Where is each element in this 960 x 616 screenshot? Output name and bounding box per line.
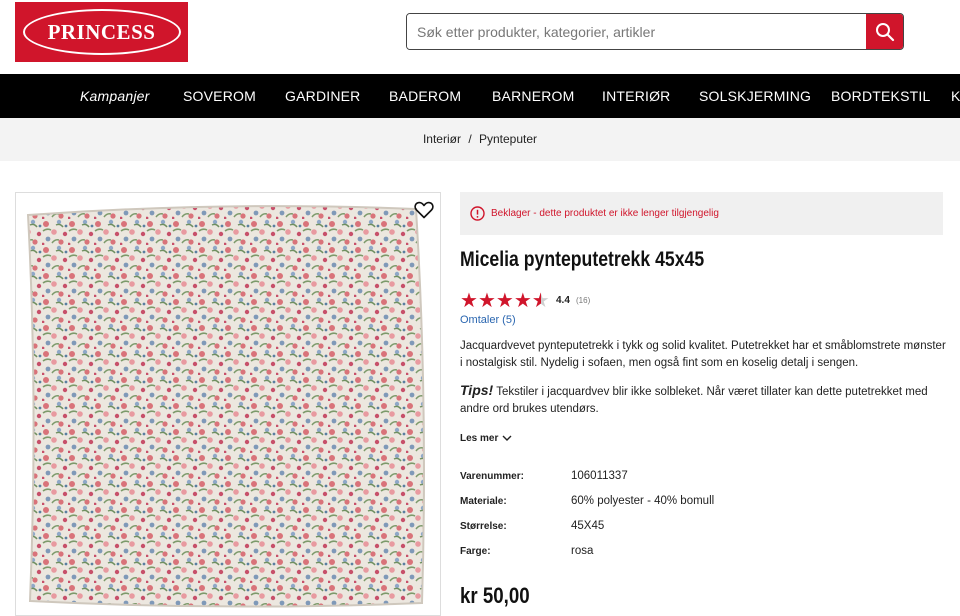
product-price: kr 50,00 (460, 583, 530, 608)
wishlist-button[interactable] (414, 201, 434, 224)
nav-item-soverom[interactable]: SOVEROM (183, 74, 256, 118)
nav-item-overflow[interactable]: K (951, 74, 960, 118)
alert-text: Beklager - dette produktet er ikke lenge… (491, 208, 719, 219)
read-more-toggle[interactable]: Les mer (460, 433, 512, 444)
spec-value-materiale: 60% polyester - 40% bomull (571, 495, 715, 507)
spec-label-storrelse: Størrelse: (460, 521, 507, 532)
spec-value-storrelse: 45X45 (571, 520, 605, 532)
chevron-down-icon (502, 435, 512, 441)
spec-value-farge: rosa (571, 545, 594, 557)
rating-count: (16) (576, 296, 591, 305)
pillow-image (26, 205, 425, 608)
main-nav: Kampanjer SOVEROM GARDINER BADEROM BARNE… (0, 74, 960, 118)
spec-value-varenummer: 106011337 (571, 470, 628, 482)
half-star-icon: ★ (531, 290, 550, 312)
alert-icon (470, 206, 485, 221)
tips-label: Tips! (460, 382, 494, 398)
nav-item-gardiner[interactable]: GARDINER (285, 74, 361, 118)
rating-value: 4.4 (556, 295, 570, 306)
star-icon: ★ (477, 290, 496, 312)
search-icon (875, 22, 894, 41)
unavailable-alert: Beklager - dette produktet er ikke lenge… (460, 192, 943, 235)
breadcrumb-link-interior[interactable]: Interiør (423, 132, 461, 146)
site-header: PRINCESS (0, 0, 960, 74)
product-image[interactable] (15, 192, 441, 616)
brand-logo[interactable]: PRINCESS (15, 2, 188, 62)
star-icon: ★ (460, 290, 478, 312)
nav-item-barnerom[interactable]: BARNEROM (492, 74, 575, 118)
star-icon: ★ (495, 290, 514, 312)
breadcrumb-current: Pynteputer (479, 132, 538, 146)
rating-stars[interactable]: ★ ★ ★ ★ ★ (460, 291, 550, 311)
logo-oval: PRINCESS (22, 9, 181, 55)
search-input[interactable] (407, 14, 866, 49)
breadcrumb-separator: / (468, 132, 472, 146)
spec-label-farge: Farge: (460, 546, 491, 557)
search-button[interactable] (866, 14, 903, 49)
nav-item-baderom[interactable]: BADEROM (389, 74, 461, 118)
star-icon: ★ (513, 290, 532, 312)
tips-text: Tekstiler i jacquardvev blir ikke solble… (460, 386, 928, 415)
heart-icon (414, 201, 434, 219)
search-bar (406, 13, 904, 50)
nav-item-bordtekstil[interactable]: BORDTEKSTIL (831, 74, 930, 118)
brand-name: PRINCESS (47, 19, 156, 44)
nav-item-interior[interactable]: INTERIØR (602, 74, 671, 118)
spec-label-varenummer: Varenummer: (460, 471, 524, 482)
nav-item-solskjerming[interactable]: SOLSKJERMING (699, 74, 811, 118)
breadcrumb-bar: Interiør / Pynteputer (0, 118, 960, 161)
spec-label-materiale: Materiale: (460, 496, 507, 507)
product-title: Micelia pynteputetrekk 45x45 (460, 248, 705, 271)
tips-paragraph: Tips! Tekstiler i jacquardvev blir ikke … (460, 382, 946, 418)
nav-item-kampanjer[interactable]: Kampanjer (80, 74, 150, 118)
breadcrumb: Interiør / Pynteputer (0, 118, 960, 161)
reviews-link[interactable]: Omtaler (5) (460, 314, 516, 326)
read-more-label: Les mer (460, 433, 499, 444)
product-description: Jacquardvevet pynteputetrekk i tykk og s… (460, 340, 946, 369)
